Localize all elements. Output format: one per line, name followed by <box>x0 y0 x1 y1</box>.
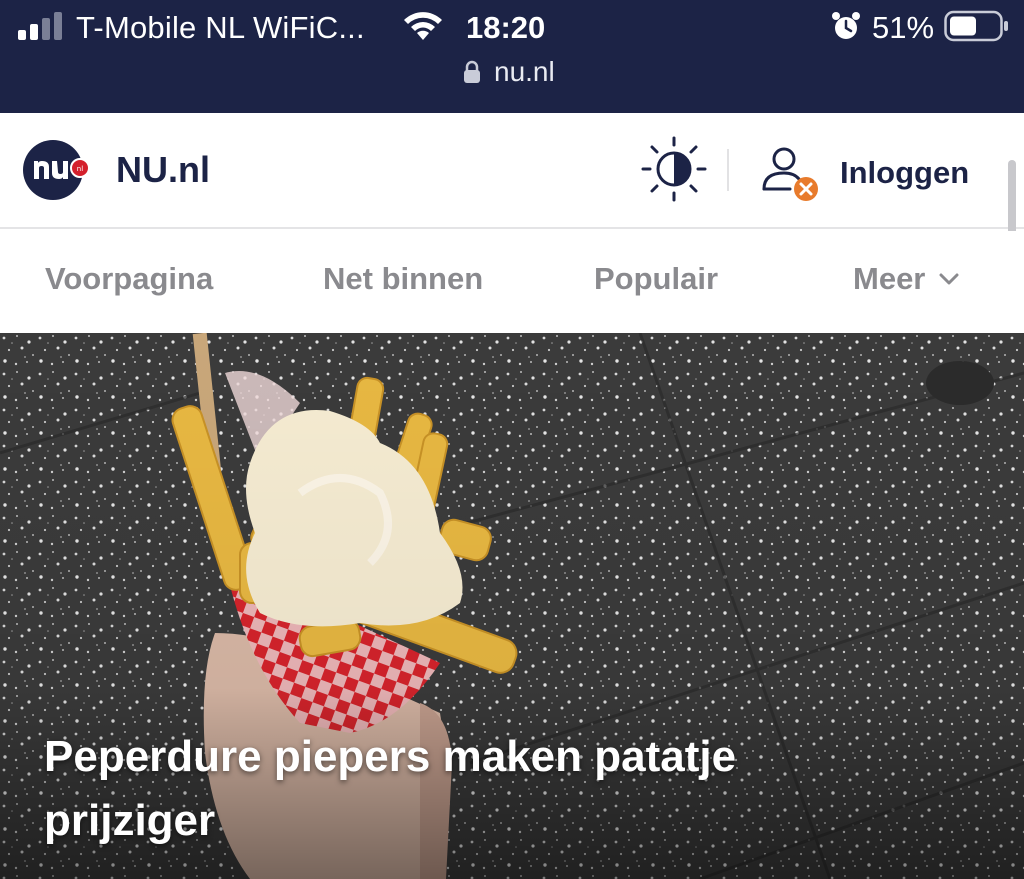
theme-toggle-icon[interactable] <box>638 135 710 203</box>
clock-time: 18:20 <box>466 10 546 45</box>
user-icon <box>762 147 818 201</box>
wifi-icon <box>404 12 442 40</box>
signal-icon <box>18 12 62 40</box>
login-label: Inloggen <box>840 155 970 190</box>
nav-item-populair[interactable]: Populair <box>594 261 718 297</box>
nav-item-voorpagina[interactable]: Voorpagina <box>45 261 213 297</box>
nu-logo[interactable]: nl <box>22 139 92 201</box>
hero-article[interactable]: Peperdure piepers maken patatje prijzige… <box>0 333 1024 879</box>
battery-percentage: 51% <box>872 10 935 45</box>
alarm-icon <box>832 12 860 39</box>
site-name[interactable]: NU.nl <box>116 149 210 191</box>
carrier-name: T-Mobile NL WiFiC... <box>76 10 365 45</box>
nav-item-meer[interactable]: Meer <box>853 261 959 297</box>
hero-title[interactable]: Peperdure piepers maken patatje prijzige… <box>44 725 904 853</box>
site-header: nl NU.nl Inloggen <box>0 113 1024 229</box>
url-text: nu.nl <box>494 56 555 87</box>
address-bar[interactable]: nu.nl <box>462 56 555 88</box>
battery-icon <box>944 10 1008 42</box>
main-nav: Voorpagina Net binnen Populair Meer <box>0 231 1024 333</box>
status-bar: T-Mobile NL WiFiC... 18:20 51% nu.nl <box>0 0 1024 113</box>
lock-icon <box>464 60 480 83</box>
header-divider <box>727 149 729 191</box>
login-button[interactable]: Inloggen <box>756 141 969 205</box>
nav-item-meer-label: Meer <box>853 261 926 296</box>
chevron-down-icon <box>939 273 959 285</box>
svg-text:nl: nl <box>77 165 83 173</box>
nav-item-net-binnen[interactable]: Net binnen <box>323 261 483 297</box>
